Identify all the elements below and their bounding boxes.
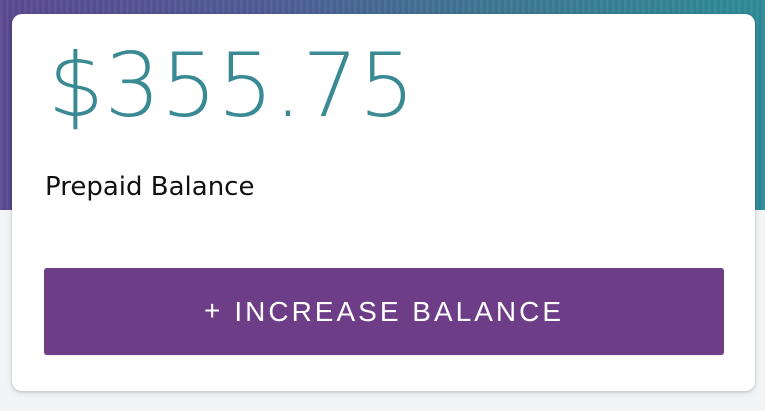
balance-label: Prepaid Balance [45,172,255,202]
increase-balance-button[interactable]: + INCREASE BALANCE [44,268,724,355]
plus-icon: + [204,294,221,326]
balance-amount: $355.75 [48,34,416,137]
balance-card: $355.75 Prepaid Balance + INCREASE BALAN… [12,14,755,391]
increase-balance-label: INCREASE BALANCE [234,295,564,327]
